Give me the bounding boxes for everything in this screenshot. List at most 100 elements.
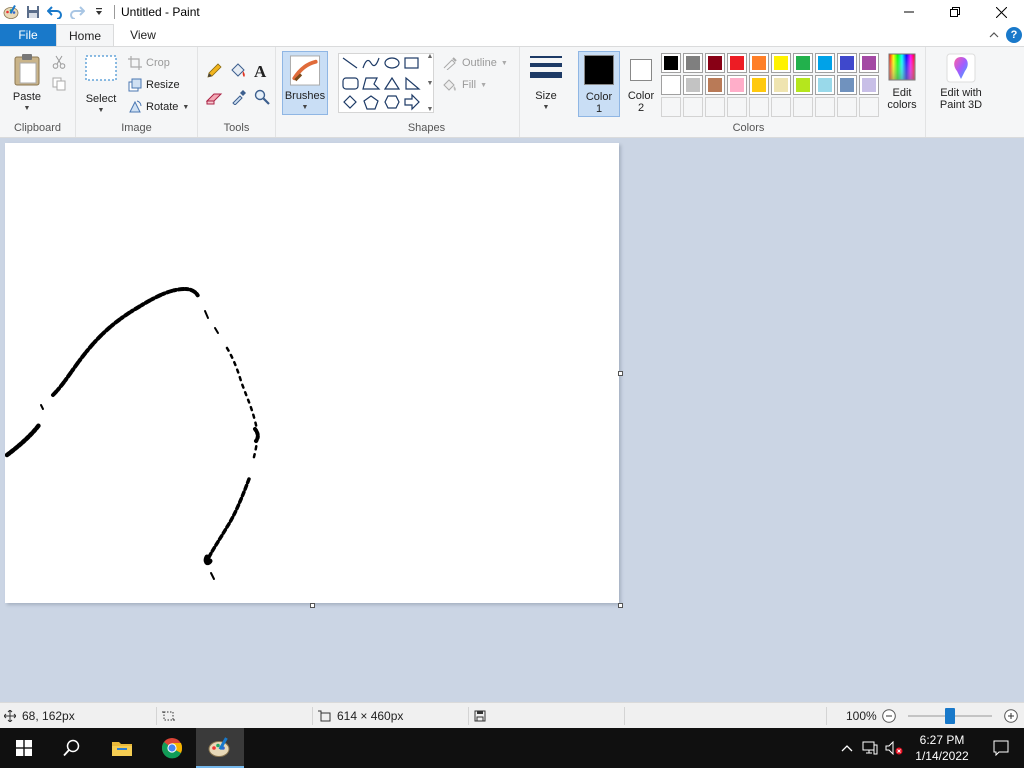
palette-swatch[interactable]	[661, 75, 681, 95]
collapse-ribbon-icon[interactable]	[988, 30, 1000, 40]
copy-icon[interactable]	[52, 77, 66, 94]
edit-colors-button[interactable]: Edit colors	[882, 53, 922, 111]
palette-swatch[interactable]	[683, 75, 703, 95]
palette-swatch[interactable]	[771, 75, 791, 95]
palette-swatch[interactable]	[771, 53, 791, 73]
outline-button[interactable]: Outline ▼	[442, 53, 508, 73]
pencil-icon[interactable]	[206, 63, 222, 82]
brushes-dropdown-icon[interactable]: ▼	[302, 102, 309, 114]
eraser-icon[interactable]	[205, 91, 224, 108]
select-dropdown-icon[interactable]: ▼	[98, 105, 105, 117]
fill-dropdown-icon[interactable]: ▼	[480, 82, 487, 89]
palette-swatch[interactable]	[661, 53, 681, 73]
palette-swatch[interactable]	[815, 53, 835, 73]
canvas-resize-handle-corner[interactable]	[618, 603, 623, 608]
palette-swatch[interactable]	[837, 97, 857, 117]
show-hidden-icons-button[interactable]	[836, 744, 858, 752]
zoom-slider-thumb[interactable]	[945, 708, 955, 724]
zoom-in-button[interactable]	[1004, 703, 1018, 729]
palette-swatch[interactable]	[771, 97, 791, 117]
paint-taskbar-button[interactable]	[196, 728, 244, 768]
palette-swatch[interactable]	[837, 75, 857, 95]
save-icon[interactable]	[22, 1, 44, 23]
drawing-canvas[interactable]	[4, 143, 619, 603]
palette-swatch[interactable]	[837, 53, 857, 73]
crop-button[interactable]: Crop	[128, 53, 170, 73]
palette-swatch[interactable]	[793, 75, 813, 95]
color2-button[interactable]: Color 2	[622, 51, 660, 117]
volume-button[interactable]	[882, 741, 906, 755]
fill-button[interactable]: Fill ▼	[442, 75, 487, 95]
edit-with-paint3d-button[interactable]: Edit with Paint 3D	[934, 53, 988, 111]
palette-swatch[interactable]	[705, 97, 725, 117]
paint-app-icon[interactable]	[0, 1, 22, 23]
palette-swatch[interactable]	[815, 75, 835, 95]
paste-dropdown-icon[interactable]: ▼	[24, 103, 31, 115]
brushes-button[interactable]: Brushes ▼	[282, 51, 328, 115]
restore-button[interactable]	[932, 0, 978, 24]
magnifier-icon[interactable]	[254, 89, 270, 108]
rounded-rectangle-shape-icon[interactable]	[342, 77, 359, 90]
curve-shape-icon[interactable]	[362, 57, 380, 69]
undo-icon[interactable]	[44, 1, 66, 23]
hexagon-shape-icon[interactable]	[384, 95, 400, 109]
customize-toolbar-icon[interactable]	[88, 1, 110, 23]
shapes-scroll-up-icon[interactable]: ▲	[427, 53, 434, 60]
pentagon-shape-icon[interactable]	[363, 95, 379, 110]
palette-swatch[interactable]	[859, 53, 879, 73]
resize-button[interactable]: Resize	[128, 75, 180, 95]
line-shape-icon[interactable]	[342, 57, 358, 69]
canvas-resize-handle-right[interactable]	[618, 371, 623, 376]
triangle-shape-icon[interactable]	[383, 76, 401, 90]
shapes-expand-icon[interactable]: ▼	[427, 106, 434, 113]
tab-file[interactable]: File	[0, 24, 56, 46]
palette-swatch[interactable]	[859, 75, 879, 95]
palette-swatch[interactable]	[727, 75, 747, 95]
canvas-workspace[interactable]	[0, 138, 1024, 702]
palette-swatch[interactable]	[815, 97, 835, 117]
palette-swatch[interactable]	[727, 97, 747, 117]
redo-icon[interactable]	[66, 1, 88, 23]
paste-button[interactable]: Paste ▼	[8, 53, 46, 115]
fill-bucket-icon[interactable]	[229, 63, 247, 82]
shapes-scroll-down-icon[interactable]: ▼	[427, 80, 434, 87]
palette-swatch[interactable]	[749, 53, 769, 73]
cut-icon[interactable]	[52, 55, 66, 72]
right-triangle-shape-icon[interactable]	[405, 76, 421, 90]
palette-swatch[interactable]	[661, 97, 681, 117]
zoom-out-button[interactable]	[882, 703, 896, 729]
palette-swatch[interactable]	[749, 97, 769, 117]
palette-swatch[interactable]	[727, 53, 747, 73]
file-explorer-button[interactable]	[98, 728, 146, 768]
palette-swatch[interactable]	[683, 97, 703, 117]
network-button[interactable]	[858, 741, 882, 755]
chrome-button[interactable]	[148, 728, 196, 768]
rotate-button[interactable]: Rotate ▼	[128, 97, 189, 117]
palette-swatch[interactable]	[705, 53, 725, 73]
palette-swatch[interactable]	[683, 53, 703, 73]
canvas-resize-handle-bottom[interactable]	[310, 603, 315, 608]
rectangle-shape-icon[interactable]	[404, 57, 419, 69]
minimize-button[interactable]	[886, 0, 932, 24]
diamond-shape-icon[interactable]	[343, 95, 357, 109]
start-button[interactable]	[0, 728, 48, 768]
shapes-scrollbar[interactable]: ▲ ▼ ▼	[425, 53, 435, 113]
select-button[interactable]: Select ▼	[82, 55, 120, 117]
palette-swatch[interactable]	[793, 53, 813, 73]
polygon-shape-icon[interactable]	[362, 77, 381, 90]
size-button[interactable]: Size ▼	[526, 55, 566, 114]
palette-swatch[interactable]	[793, 97, 813, 117]
size-dropdown-icon[interactable]: ▼	[543, 102, 550, 114]
right-arrow-shape-icon[interactable]	[404, 93, 420, 111]
close-button[interactable]	[978, 0, 1024, 24]
color1-button[interactable]: Color 1	[578, 51, 620, 117]
color-picker-icon[interactable]	[231, 89, 247, 108]
tab-view[interactable]: View	[114, 24, 172, 46]
action-center-button[interactable]	[978, 740, 1024, 756]
oval-shape-icon[interactable]	[384, 57, 400, 69]
palette-swatch[interactable]	[705, 75, 725, 95]
search-button[interactable]	[48, 728, 96, 768]
text-tool-icon[interactable]: A	[254, 62, 266, 82]
palette-swatch[interactable]	[749, 75, 769, 95]
outline-dropdown-icon[interactable]: ▼	[501, 60, 508, 67]
